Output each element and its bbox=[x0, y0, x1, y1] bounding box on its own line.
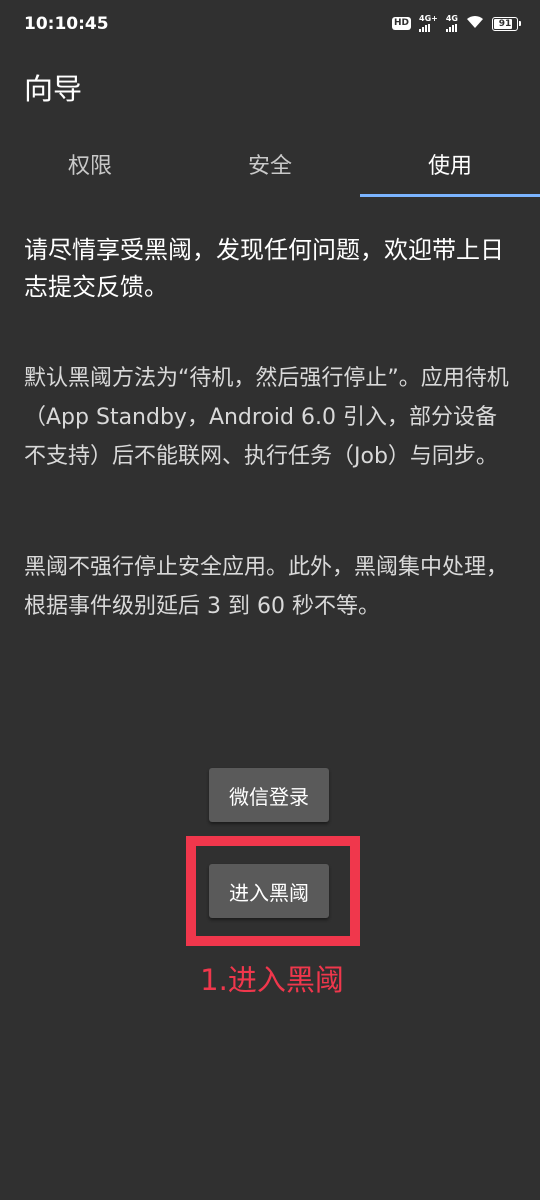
step-annotation: 1.进入黑阈 bbox=[200, 963, 344, 997]
signal-4g-plus-icon: 4G+ bbox=[419, 15, 438, 32]
signal1-label: 4G+ bbox=[419, 14, 438, 23]
wifi-icon bbox=[466, 14, 484, 33]
tab-indicator bbox=[360, 194, 540, 197]
wechat-login-button[interactable]: 微信登录 bbox=[209, 768, 329, 822]
tab-usage[interactable]: 使用 bbox=[360, 132, 540, 195]
intro-text: 请尽情享受黑阈，发现任何问题，欢迎带上日志提交反馈。 bbox=[24, 236, 504, 301]
status-time: 10:10:45 bbox=[24, 14, 109, 34]
tab-security[interactable]: 安全 bbox=[180, 132, 360, 195]
tab-bar: 权限 安全 使用 bbox=[0, 132, 540, 198]
processing-description: 黑阈不强行停止安全应用。此外，黑阈集中处理，根据事件级别延后 3 到 60 秒不… bbox=[24, 555, 509, 619]
page-title: 向导 bbox=[24, 72, 83, 106]
hd-voice-icon: HD bbox=[392, 17, 412, 30]
standby-description: 默认黑阈方法为“待机，然后强行停止”。应用待机（App Standby，Andr… bbox=[24, 366, 509, 469]
battery-level: 91 bbox=[498, 18, 512, 29]
highlight-box bbox=[186, 836, 360, 946]
signal2-label: 4G bbox=[445, 14, 458, 23]
battery-icon: 91 bbox=[492, 16, 521, 31]
intro-section: 请尽情享受黑阈，发现任何问题，欢迎带上日志提交反馈。 bbox=[24, 232, 518, 306]
signal-4g-icon: 4G bbox=[445, 14, 458, 32]
status-bar: 10:10:45 HD 4G+ 4G 91 bbox=[0, 0, 540, 52]
status-icons: HD 4G+ 4G 91 bbox=[392, 14, 521, 33]
tab-permissions[interactable]: 权限 bbox=[0, 132, 180, 195]
